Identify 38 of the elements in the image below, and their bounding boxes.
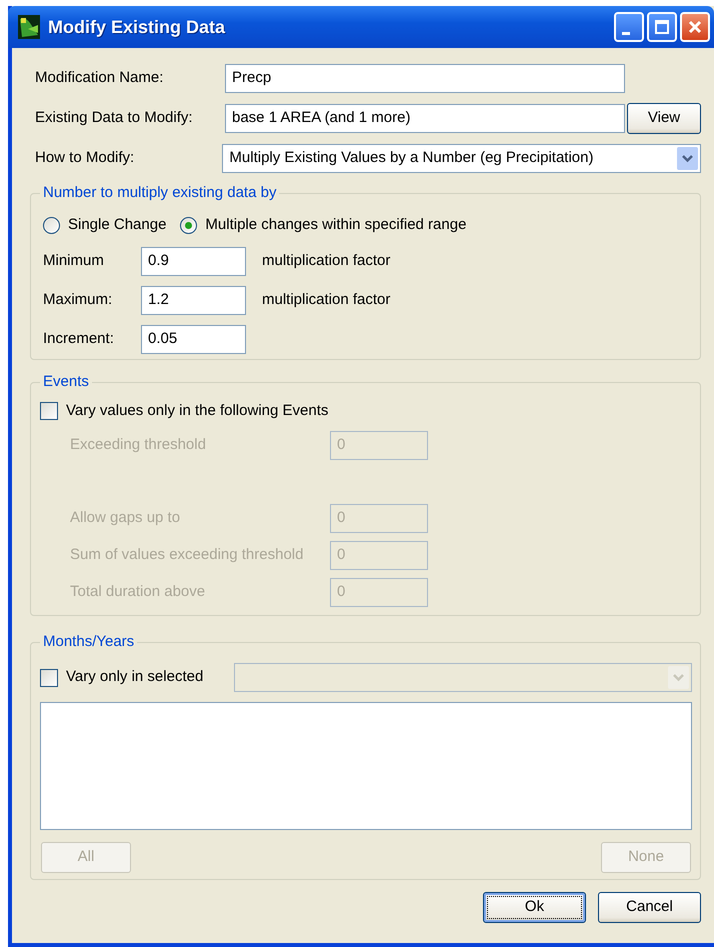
field-label: Exceeding threshold — [70, 434, 207, 455]
field-label: Existing Data to Modify: — [35, 108, 194, 128]
dropdown[interactable]: Multiply Existing Values by a Number (eg Precipitation) — [222, 144, 701, 173]
view-button[interactable]: View — [627, 103, 701, 134]
unit-label: multiplication factor — [262, 250, 390, 271]
field-label: Minimum — [43, 250, 105, 271]
field-label: How to Modify: — [35, 148, 136, 168]
close-icon — [686, 18, 704, 36]
radio-button[interactable] — [43, 216, 60, 234]
checkbox-label[interactable]: Vary values only in the following Events — [66, 400, 328, 422]
number-field[interactable]: 1.2 — [141, 286, 246, 314]
field-label: Total duration above — [70, 582, 206, 602]
app-icon — [18, 15, 40, 39]
cancel-button[interactable]: Cancel — [598, 892, 701, 923]
field-label: Sum of values exceeding threshold — [70, 544, 304, 565]
checkbox[interactable] — [40, 402, 58, 420]
radio-label[interactable]: Multiple changes within specified range — [205, 214, 466, 236]
text-field[interactable]: base 1 AREA (and 1 more) — [225, 104, 625, 133]
number-field[interactable]: 0.9 — [141, 246, 246, 276]
field-label: Modification Name: — [35, 68, 164, 88]
radio-button[interactable] — [180, 216, 198, 234]
ok-button[interactable]: Ok — [483, 892, 586, 923]
field-label: Increment: — [43, 328, 115, 349]
field-label: Maximum: — [43, 290, 114, 310]
close-button[interactable] — [680, 12, 710, 42]
window-title: Modify Existing Data — [48, 16, 226, 39]
checkbox-label[interactable]: Vary only in selected — [66, 666, 204, 689]
maximize-icon — [653, 18, 671, 36]
checkbox[interactable] — [40, 668, 58, 686]
group-title: Number to multiply existing data by — [40, 183, 280, 203]
field-label: Allow gaps up to — [70, 508, 182, 528]
minimize-button[interactable] — [614, 12, 644, 42]
maximize-button[interactable] — [647, 12, 677, 42]
text-field[interactable]: Precp — [225, 64, 625, 93]
number-field[interactable]: 0.05 — [141, 324, 246, 354]
radio-label[interactable]: Single Change — [68, 214, 166, 236]
unit-label: multiplication factor — [262, 290, 390, 310]
minimize-icon — [622, 32, 630, 34]
